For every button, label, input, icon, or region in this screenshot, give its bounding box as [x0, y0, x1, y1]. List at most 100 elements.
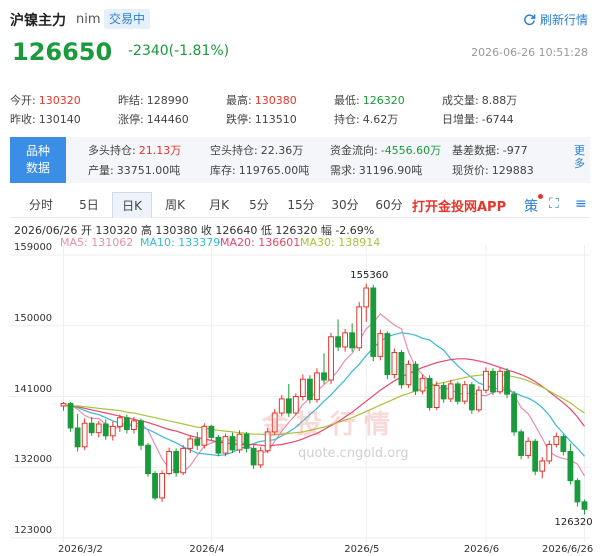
candle-body	[405, 363, 412, 386]
candle-body	[74, 427, 81, 448]
candle-body	[328, 336, 334, 381]
tab-6[interactable]: 5分	[244, 192, 274, 218]
candle	[412, 361, 419, 395]
tab-1[interactable]: 分时	[22, 192, 60, 218]
candle	[349, 323, 356, 352]
candle	[553, 432, 560, 448]
candle-body	[229, 436, 236, 451]
stat-label: 日增量:	[442, 113, 479, 126]
candle-body	[116, 417, 123, 427]
y-tick-label: 141000	[14, 383, 53, 395]
refresh-icon	[524, 14, 536, 26]
candle-body	[553, 436, 560, 445]
stat-item: 持仓: 4.62万	[334, 111, 398, 127]
candle-body	[81, 422, 88, 448]
more-link[interactable]: 更多	[574, 144, 586, 170]
candle	[335, 319, 341, 351]
tab-5[interactable]: 月K	[200, 192, 238, 218]
candle-body	[145, 444, 151, 475]
stat-value: 128990	[146, 94, 189, 107]
strategy-icon[interactable]: 策	[524, 196, 538, 216]
stat-value: 113510	[254, 113, 297, 126]
low-annotation: 126320	[554, 517, 593, 529]
candle	[60, 402, 67, 411]
candle	[567, 443, 574, 485]
tab-3[interactable]: 日K	[112, 192, 152, 218]
candle	[342, 328, 349, 352]
candle	[314, 368, 320, 403]
variety-data-label[interactable]: 品种 数据	[10, 137, 66, 183]
candle	[525, 437, 532, 459]
candle-body	[257, 450, 264, 466]
variety-value: 21.13万	[138, 144, 182, 157]
stat-label: 昨收:	[10, 113, 36, 126]
candle-body	[504, 370, 510, 395]
watermark: 金投行情	[262, 410, 399, 440]
candle-body	[377, 333, 384, 357]
variety-item: 库存: 119765.00吨	[210, 162, 309, 178]
candle	[391, 348, 398, 379]
stat-label: 跌停:	[226, 113, 252, 126]
candle	[447, 379, 454, 403]
candle	[307, 375, 313, 404]
tab-4[interactable]: 周K	[156, 192, 194, 218]
candle-body	[426, 377, 433, 409]
candle-body	[159, 473, 165, 499]
candle-body	[454, 383, 461, 402]
candle-body	[412, 363, 419, 392]
x-tick-label: 2026/6/26	[542, 544, 594, 555]
tab-9[interactable]: 60分	[370, 192, 408, 218]
stat-item: 日增量: -6744	[442, 111, 514, 127]
variety-value: 31196.90吨	[358, 164, 423, 177]
candle	[123, 414, 130, 434]
kline-chart[interactable]	[0, 0, 600, 556]
fullscreen-icon[interactable]: ⛶	[549, 196, 559, 212]
quote-timestamp: 2026-06-26 10:51:28	[471, 46, 588, 59]
candle-body	[574, 480, 581, 503]
stat-value: 126320	[362, 94, 405, 107]
tab-7[interactable]: 15分	[282, 192, 320, 218]
candle-body	[539, 460, 546, 472]
candle	[511, 390, 517, 436]
candle-body	[299, 378, 306, 398]
candle	[504, 368, 510, 399]
candle-body	[314, 372, 320, 401]
notification-dot	[538, 194, 543, 199]
variety-label: 空头持仓:	[210, 144, 258, 157]
stat-label: 昨结:	[118, 94, 144, 107]
variety-item: 多头持仓: 21.13万	[88, 142, 181, 158]
refresh-button[interactable]: 刷新行情	[523, 11, 588, 28]
candle-body	[398, 351, 405, 386]
open-app-link[interactable]: 打开金投网APP	[412, 196, 506, 215]
menu-icon[interactable]: ≡	[575, 196, 587, 212]
candle	[433, 381, 440, 410]
candle	[229, 432, 236, 454]
candle	[461, 380, 468, 405]
stat-value: 130140	[38, 113, 81, 126]
candle-body	[525, 440, 532, 456]
candle-body	[363, 287, 370, 308]
candle-body	[391, 351, 398, 375]
candle	[377, 329, 384, 361]
variety-value: 129883	[491, 164, 534, 177]
candle-body	[342, 332, 349, 348]
variety-label: 需求:	[330, 164, 356, 177]
candle	[180, 445, 187, 476]
contract-code: nim	[76, 12, 101, 27]
x-tick-label: 2026/6	[463, 544, 500, 555]
candle	[328, 332, 334, 384]
candle-body	[335, 336, 341, 348]
candle	[208, 424, 215, 441]
candle	[363, 283, 370, 322]
tab-8[interactable]: 30分	[326, 192, 364, 218]
stat-item: 今开: 130320	[10, 92, 81, 108]
candle	[454, 381, 461, 405]
candle-body	[384, 333, 391, 375]
candle-body	[95, 423, 102, 434]
candle	[222, 433, 229, 457]
tab-2[interactable]: 5日	[74, 192, 104, 218]
candle-body	[461, 384, 468, 402]
stat-value: 4.62万	[362, 113, 399, 126]
x-tick-label: 2026/5	[344, 544, 380, 555]
variety-item: 空头持仓: 22.36万	[210, 142, 303, 158]
